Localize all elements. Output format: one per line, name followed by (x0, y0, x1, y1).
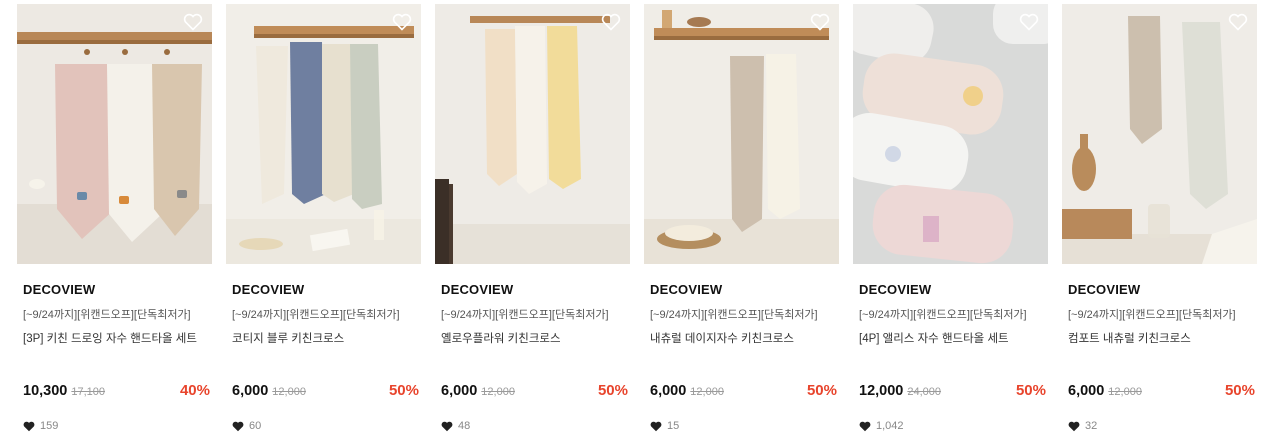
like-count: 60 (232, 420, 261, 432)
discount-rate: 50% (1224, 382, 1255, 399)
product-image[interactable] (853, 4, 1048, 264)
price-row: 6,000 12,000 50% (232, 382, 421, 402)
product-card[interactable]: DECOVIEW [~9/24까지][위캔드오프][단독최저가] [3P] 키친… (17, 4, 212, 444)
like-count: 1,042 (859, 420, 904, 432)
promo-text[interactable]: [~9/24까지][위캔드오프][단독최저가] (441, 306, 609, 322)
product-image[interactable] (644, 4, 839, 264)
towel-photo (853, 4, 1048, 264)
price-row: 6,000 12,000 50% (1068, 382, 1257, 402)
discount-rate: 50% (806, 382, 837, 399)
promo-text[interactable]: [~9/24까지][위캔드오프][단독최저가] (23, 306, 191, 322)
like-count: 32 (1068, 420, 1097, 432)
sale-price: 10,300 (23, 383, 68, 399)
like-count-value: 15 (667, 420, 680, 432)
like-count: 15 (650, 420, 679, 432)
wishlist-heart-icon[interactable] (1228, 13, 1248, 31)
heart-filled-icon (441, 421, 453, 431)
brand-name[interactable]: DECOVIEW (23, 282, 95, 297)
promo-text[interactable]: [~9/24까지][위캔드오프][단독최저가] (232, 306, 400, 322)
towel-photo (644, 4, 839, 264)
promo-text[interactable]: [~9/24까지][위캔드오프][단독최저가] (1068, 306, 1236, 322)
brand-name[interactable]: DECOVIEW (650, 282, 722, 297)
price-row: 12,000 24,000 50% (859, 382, 1048, 402)
original-price: 12,000 (1108, 386, 1142, 398)
wishlist-heart-icon[interactable] (392, 13, 412, 31)
original-price: 17,100 (71, 386, 106, 398)
original-price: 12,000 (272, 386, 306, 398)
towel-photo (226, 4, 421, 264)
like-count: 159 (23, 420, 58, 432)
price-row: 6,000 12,000 50% (650, 382, 839, 402)
promo-text[interactable]: [~9/24까지][위캔드오프][단독최저가] (859, 306, 1027, 322)
product-name[interactable]: 컴포트 내츄럴 키친크로스 (1068, 330, 1191, 346)
like-count-value: 1,042 (876, 420, 904, 432)
product-name[interactable]: 내츄럴 데이지자수 키친크로스 (650, 330, 794, 346)
sale-price: 6,000 (232, 383, 269, 399)
heart-filled-icon (1068, 421, 1080, 431)
sale-price: 6,000 (650, 383, 687, 399)
product-card[interactable]: DECOVIEW [~9/24까지][위캔드오프][단독최저가] 컴포트 내츄럴… (1062, 4, 1257, 444)
price-row: 6,000 12,000 50% (441, 382, 630, 402)
brand-name[interactable]: DECOVIEW (859, 282, 931, 297)
discount-rate: 50% (388, 382, 419, 399)
product-name[interactable]: [4P] 앨리스 자수 핸드타올 세트 (859, 330, 1009, 346)
towel-photo (17, 4, 212, 264)
product-image[interactable] (226, 4, 421, 264)
original-price: 12,000 (690, 386, 724, 398)
wishlist-heart-icon[interactable] (810, 13, 830, 31)
product-card[interactable]: DECOVIEW [~9/24까지][위캔드오프][단독최저가] [4P] 앨리… (853, 4, 1048, 444)
brand-name[interactable]: DECOVIEW (232, 282, 304, 297)
wishlist-heart-icon[interactable] (183, 13, 203, 31)
towel-photo (1062, 4, 1257, 264)
product-image[interactable] (17, 4, 212, 264)
discount-rate: 50% (1015, 382, 1046, 399)
wishlist-heart-icon[interactable] (601, 13, 621, 31)
sale-price: 12,000 (859, 383, 904, 399)
product-name[interactable]: 옐로우플라워 키친크로스 (441, 330, 561, 346)
discount-rate: 40% (179, 382, 210, 399)
wishlist-heart-icon[interactable] (1019, 13, 1039, 31)
heart-filled-icon (859, 421, 871, 431)
like-count-value: 159 (40, 420, 59, 432)
product-name[interactable]: [3P] 키친 드로잉 자수 핸드타올 세트 (23, 330, 197, 346)
product-name[interactable]: 코티지 블루 키친크로스 (232, 330, 344, 346)
like-count-value: 48 (458, 420, 471, 432)
discount-rate: 50% (597, 382, 628, 399)
product-grid: DECOVIEW [~9/24까지][위캔드오프][단독최저가] [3P] 키친… (0, 0, 1263, 448)
like-count-value: 32 (1085, 420, 1098, 432)
product-card[interactable]: DECOVIEW [~9/24까지][위캔드오프][단독최저가] 코티지 블루 … (226, 4, 421, 444)
brand-name[interactable]: DECOVIEW (441, 282, 513, 297)
heart-filled-icon (232, 421, 244, 431)
product-card[interactable]: DECOVIEW [~9/24까지][위캔드오프][단독최저가] 내츄럴 데이지… (644, 4, 839, 444)
original-price: 24,000 (907, 386, 942, 398)
product-card[interactable]: DECOVIEW [~9/24까지][위캔드오프][단독최저가] 옐로우플라워 … (435, 4, 630, 444)
brand-name[interactable]: DECOVIEW (1068, 282, 1140, 297)
sale-price: 6,000 (441, 383, 478, 399)
price-row: 10,300 17,100 40% (23, 382, 212, 402)
like-count: 48 (441, 420, 470, 432)
sale-price: 6,000 (1068, 383, 1105, 399)
like-count-value: 60 (249, 420, 262, 432)
promo-text[interactable]: [~9/24까지][위캔드오프][단독최저가] (650, 306, 818, 322)
towel-photo (435, 4, 630, 264)
product-image[interactable] (435, 4, 630, 264)
original-price: 12,000 (481, 386, 515, 398)
heart-filled-icon (23, 421, 35, 431)
heart-filled-icon (650, 421, 662, 431)
product-image[interactable] (1062, 4, 1257, 264)
